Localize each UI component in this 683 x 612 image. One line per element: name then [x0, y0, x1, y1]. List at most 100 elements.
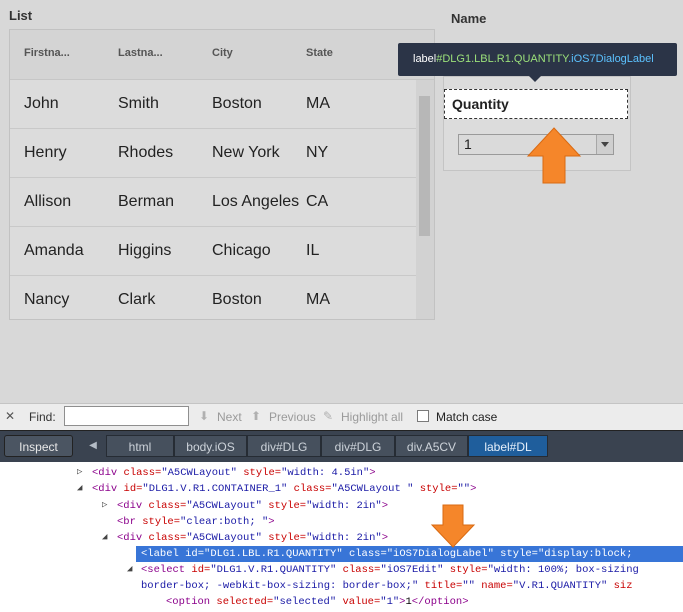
markup-token: id= [191, 564, 211, 576]
markup-token: "" [457, 483, 471, 495]
close-icon[interactable]: ✕ [5, 409, 15, 423]
markup-line[interactable]: <label id="DLG1.LBL.R1.QUANTITY" class="… [136, 546, 683, 562]
orange-up-arrow-icon [526, 127, 582, 184]
markup-token: <br [117, 516, 143, 528]
cell-state: NY [306, 144, 329, 161]
find-bar: ✕ Find: ⬇ Next ⬆ Previous ✎ Highlight al… [0, 403, 683, 430]
column-header-city[interactable]: City [212, 47, 233, 59]
cell-city: Boston [212, 95, 262, 112]
table-row[interactable]: Nancy Clark Boston MA [10, 276, 416, 319]
breadcrumb-item[interactable]: body.iOS [174, 435, 247, 457]
chevron-down-icon[interactable] [596, 135, 613, 154]
markup-line[interactable]: <div class="A5CWLayout" style="width: 2i… [117, 530, 388, 546]
markup-line[interactable]: <select id="DLG1.V.R1.QUANTITY" class="i… [141, 562, 639, 578]
collapse-triangle-icon[interactable]: ◢ [127, 564, 132, 574]
markup-token: value= [336, 596, 381, 608]
match-case-checkbox[interactable] [417, 410, 429, 422]
markup-token: siz [607, 580, 633, 592]
cell-state: MA [306, 291, 330, 308]
markup-token: border-box; -webkit-box-sizing: border-b… [141, 580, 419, 592]
table-row[interactable]: Amanda Higgins Chicago IL [10, 227, 416, 276]
tooltip-class: .iOS7DialogLabel [568, 53, 654, 65]
markup-token: "clear:both; " [180, 516, 269, 528]
markup-token: class= [148, 500, 187, 512]
cell-lastname: Clark [118, 291, 156, 308]
cell-city: Chicago [212, 242, 271, 259]
find-label: Find: [29, 410, 56, 424]
app-area: List Firstna... Lastna... City State Joh… [0, 0, 683, 403]
markup-token: selected= [216, 596, 274, 608]
column-header-firstname[interactable]: Firstna... [24, 47, 70, 59]
markup-token: "DLG1.V.R1.QUANTITY" [210, 564, 337, 576]
cell-state: CA [306, 193, 329, 210]
breadcrumb-item[interactable]: div#DLG [321, 435, 395, 457]
markup-token: "DLG1.LBL.R1.QUANTITY" [204, 548, 343, 560]
markup-line[interactable]: <div class="A5CWLayout" style="width: 2i… [117, 498, 388, 514]
cell-city: Boston [212, 291, 262, 308]
arrow-down-icon[interactable]: ⬇ [199, 409, 209, 423]
find-previous-button[interactable]: Previous [269, 410, 316, 424]
markup-token: <div [92, 483, 124, 495]
column-header-lastname[interactable]: Lastna... [118, 47, 163, 59]
quantity-label: Quantity [444, 89, 628, 119]
markup-token: "selected" [273, 596, 337, 608]
highlighter-icon[interactable]: ✎ [323, 409, 333, 423]
cell-lastname: Berman [118, 193, 175, 210]
scrollbar-thumb[interactable] [419, 96, 430, 236]
markup-token: "A5CWLayout" [186, 532, 262, 544]
markup-line[interactable]: <div class="A5CWLayout" style="width: 4.… [92, 465, 376, 481]
markup-token: "1" [380, 596, 400, 608]
markup-token: </option> [411, 596, 469, 608]
find-input[interactable] [64, 406, 189, 426]
markup-token: "A5CWLayout" [186, 500, 262, 512]
collapse-triangle-icon[interactable]: ◢ [77, 483, 82, 493]
markup-token: <select [141, 564, 192, 576]
breadcrumb-scroll-left-icon[interactable]: ◀ [80, 435, 106, 457]
inspect-button[interactable]: Inspect [4, 435, 73, 457]
markup-token: > [381, 532, 388, 544]
cell-firstname: Nancy [24, 291, 70, 308]
table-row[interactable]: Henry Rhodes New York NY [10, 129, 416, 178]
collapse-triangle-icon[interactable]: ◢ [102, 532, 107, 542]
list-table: Firstna... Lastna... City State John Smi… [9, 29, 435, 320]
markup-line[interactable]: border-box; -webkit-box-sizing: border-b… [141, 578, 633, 594]
expand-triangle-icon[interactable]: ▷ [77, 467, 82, 477]
cell-lastname: Smith [118, 95, 159, 112]
table-row[interactable]: John Smith Boston MA [10, 80, 416, 129]
cell-state: IL [306, 242, 320, 259]
markup-token: > [470, 483, 477, 495]
breadcrumb-item[interactable]: html [106, 435, 174, 457]
markup-line[interactable]: <br style="clear:both; "> [117, 514, 275, 530]
markup-token: > [268, 516, 275, 528]
breadcrumb-item[interactable]: div.A5CV [395, 435, 468, 457]
markup-view: <div class="A5CWLayout" style="width: 4.… [0, 462, 683, 612]
markup-token: "A5CWLayout " [331, 483, 414, 495]
table-row[interactable]: Allison Berman Los Angeles CA [10, 178, 416, 227]
markup-token: "" [462, 580, 475, 592]
arrow-up-icon[interactable]: ⬆ [251, 409, 261, 423]
markup-token: style= [261, 500, 307, 512]
markup-line[interactable]: <div id="DLG1.V.R1.CONTAINER_1" class="A… [92, 481, 476, 497]
markup-token: <div [92, 467, 124, 479]
markup-token: "width: 2in" [306, 500, 382, 512]
markup-token: <div [117, 532, 149, 544]
inspector-toolbar: Inspect ◀ html body.iOS div#DLG div#DLG … [0, 430, 683, 463]
expand-triangle-icon[interactable]: ▷ [102, 500, 107, 510]
markup-token: <div [117, 500, 149, 512]
find-next-button[interactable]: Next [217, 410, 242, 424]
tooltip-id: #DLG1.LBL.R1.QUANTITY [436, 53, 569, 65]
markup-token: > [369, 467, 376, 479]
markup-line[interactable]: <option selected="selected" value="1">1<… [166, 594, 469, 610]
highlight-all-button[interactable]: Highlight all [341, 410, 403, 424]
markup-token: style= [413, 483, 458, 495]
table-scrollbar[interactable] [416, 80, 434, 319]
column-header-state[interactable]: State [306, 47, 333, 59]
markup-token: "display:block; [537, 548, 633, 560]
match-case-label[interactable]: Match case [436, 410, 497, 424]
breadcrumb-item[interactable]: div#DLG [247, 435, 321, 457]
markup-token: "width: 2in" [306, 532, 382, 544]
markup-token: class= [342, 548, 387, 560]
markup-token: class= [287, 483, 332, 495]
breadcrumb-item-selected[interactable]: label#DL [468, 435, 548, 457]
orange-down-arrow-icon [430, 504, 476, 548]
